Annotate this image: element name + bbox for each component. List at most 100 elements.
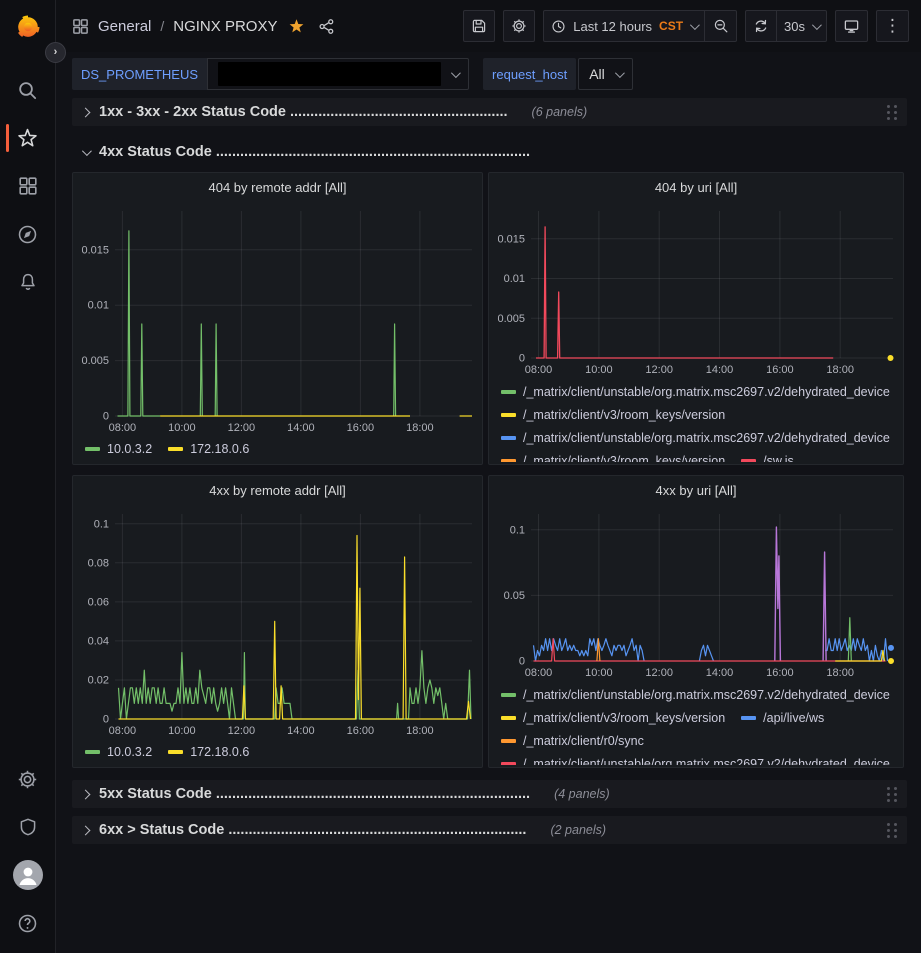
legend-label: /_matrix/client/unstable/org.matrix.msc2… [523, 688, 890, 702]
svg-text:0.04: 0.04 [88, 635, 109, 647]
panel-title-bar[interactable]: 404 by remote addr [All] [73, 173, 482, 201]
svg-text:10:00: 10:00 [168, 725, 196, 737]
svg-text:14:00: 14:00 [287, 422, 315, 434]
sidebar-item-profile[interactable] [0, 851, 55, 899]
legend-label: 10.0.3.2 [107, 442, 152, 456]
share-icon [318, 18, 335, 35]
legend-item[interactable]: /_matrix/client/unstable/org.matrix.msc2… [501, 686, 890, 703]
page-title: NGINX PROXY [173, 18, 277, 35]
variable-request-host: request_host All [483, 58, 633, 90]
sidebar-item-starred[interactable] [0, 114, 55, 162]
svg-text:18:00: 18:00 [826, 364, 854, 376]
panel-404-by-uri: 404 by uri [All] 00.0050.010.01508:0010:… [488, 172, 904, 465]
panel-title-bar[interactable]: 404 by uri [All] [489, 173, 903, 201]
legend-label: 172.18.0.6 [190, 442, 249, 456]
legend-item[interactable]: /_matrix/client/v3/room_keys/version [501, 709, 725, 726]
variables-submenu: DS_PROMETHEUS request_host All [56, 52, 921, 96]
svg-text:0.06: 0.06 [88, 596, 109, 608]
refresh-button[interactable] [745, 10, 777, 42]
legend-swatch [168, 750, 183, 754]
timeseries-chart: 00.020.040.060.080.108:0010:0012:0014:00… [73, 504, 482, 739]
svg-text:12:00: 12:00 [228, 422, 256, 434]
row-4xx[interactable]: 4xx Status Code ........................… [72, 138, 907, 166]
grafana-logo-icon[interactable] [11, 10, 45, 44]
zoom-out-button[interactable] [705, 10, 737, 42]
panel-title: 4xx by uri [All] [656, 483, 737, 498]
legend-label: /_matrix/client/v3/room_keys/version [523, 408, 725, 422]
dashboard-settings-button[interactable] [503, 10, 535, 42]
request-host-value: All [589, 66, 605, 82]
sidebar-item-server-admin[interactable] [0, 803, 55, 851]
svg-text:10:00: 10:00 [585, 364, 613, 376]
navbar-actions: Last 12 hours CST 30s [463, 10, 909, 42]
save-dashboard-button[interactable] [463, 10, 495, 42]
legend-item[interactable]: /_matrix/client/v3/room_keys/version [501, 406, 725, 423]
svg-text:08:00: 08:00 [109, 725, 137, 737]
svg-text:0.01: 0.01 [88, 300, 109, 312]
panel-title-bar[interactable]: 4xx by uri [All] [489, 476, 903, 504]
breadcrumb-section[interactable]: General [98, 18, 151, 35]
row-5xx[interactable]: 5xx Status Code ........................… [72, 780, 907, 808]
legend-item[interactable]: /_matrix/client/unstable/org.matrix.msc2… [501, 755, 890, 765]
tv-mode-button[interactable] [835, 10, 868, 42]
request-host-select[interactable]: All [578, 58, 633, 90]
legend-item[interactable]: /_matrix/client/v3/room_keys/version [501, 452, 725, 462]
sidebar-item-search[interactable] [0, 66, 55, 114]
legend-item[interactable]: 172.18.0.6 [168, 442, 249, 456]
datasource-select[interactable] [207, 58, 469, 90]
sidebar-item-settings[interactable] [0, 755, 55, 803]
svg-text:0.05: 0.05 [504, 590, 525, 602]
top-navbar: General / NGINX PROXY [56, 0, 921, 52]
refresh-interval-button[interactable]: 30s [777, 10, 827, 42]
sidebar-expand-button[interactable]: › [45, 42, 66, 63]
legend-label: /_matrix/client/v3/room_keys/version [523, 711, 725, 725]
svg-text:0.02: 0.02 [88, 675, 109, 687]
row-drag-handle[interactable] [887, 105, 897, 120]
svg-text:12:00: 12:00 [645, 364, 673, 376]
dashboards-icon [72, 18, 89, 35]
legend-swatch [501, 693, 516, 697]
row-title: 1xx - 3xx - 2xx Status Code ............… [99, 104, 508, 120]
favorite-button[interactable] [286, 16, 307, 37]
svg-text:0.08: 0.08 [88, 557, 109, 569]
panel-title-bar[interactable]: 4xx by remote addr [All] [73, 476, 482, 504]
legend-item[interactable]: 10.0.3.2 [85, 442, 152, 456]
sidebar [0, 0, 56, 953]
sidebar-item-dashboards[interactable] [0, 162, 55, 210]
sidebar-item-explore[interactable] [0, 210, 55, 258]
refresh-icon [753, 18, 769, 34]
row-drag-handle[interactable] [887, 823, 897, 838]
sidebar-item-alerting[interactable] [0, 258, 55, 306]
shield-icon [18, 817, 38, 837]
timeseries-chart: 00.0050.010.01508:0010:0012:0014:0016:00… [73, 201, 482, 436]
panel-legend: /_matrix/client/unstable/org.matrix.msc2… [489, 378, 903, 462]
chevron-right-icon [81, 789, 91, 799]
sidebar-item-help[interactable] [0, 899, 55, 947]
legend-item[interactable]: /sw.js [741, 452, 794, 462]
sidebar-bottom [0, 755, 55, 947]
row-panel-count: (2 panels) [550, 823, 606, 837]
legend-label: 172.18.0.6 [190, 745, 249, 759]
legend-label: /_matrix/client/unstable/org.matrix.msc2… [523, 431, 890, 445]
svg-text:08:00: 08:00 [525, 667, 553, 679]
panel-title: 404 by uri [All] [655, 180, 737, 195]
row-6xx[interactable]: 6xx > Status Code ......................… [72, 816, 907, 844]
legend-item[interactable]: /api/live/ws [741, 709, 824, 726]
legend-item[interactable]: 10.0.3.2 [85, 745, 152, 759]
row-drag-handle[interactable] [887, 787, 897, 802]
legend-item[interactable]: /_matrix/client/unstable/org.matrix.msc2… [501, 383, 890, 400]
share-button[interactable] [316, 16, 337, 37]
legend-item[interactable]: 172.18.0.6 [168, 745, 249, 759]
row-1xx-3xx-2xx[interactable]: 1xx - 3xx - 2xx Status Code ............… [72, 98, 907, 126]
row-title: 5xx Status Code ........................… [99, 786, 530, 802]
svg-text:0: 0 [103, 411, 109, 423]
svg-text:0.005: 0.005 [497, 313, 525, 325]
time-range-button[interactable]: Last 12 hours CST [543, 10, 705, 42]
legend-label: /_matrix/client/r0/sync [523, 734, 644, 748]
chevron-down-icon [451, 68, 461, 78]
star-icon [17, 128, 38, 149]
legend-item[interactable]: /_matrix/client/unstable/org.matrix.msc2… [501, 429, 890, 446]
time-picker-group: Last 12 hours CST [543, 10, 737, 42]
kebab-menu-button[interactable]: ⋮ [876, 10, 909, 42]
legend-item[interactable]: /_matrix/client/r0/sync [501, 732, 644, 749]
